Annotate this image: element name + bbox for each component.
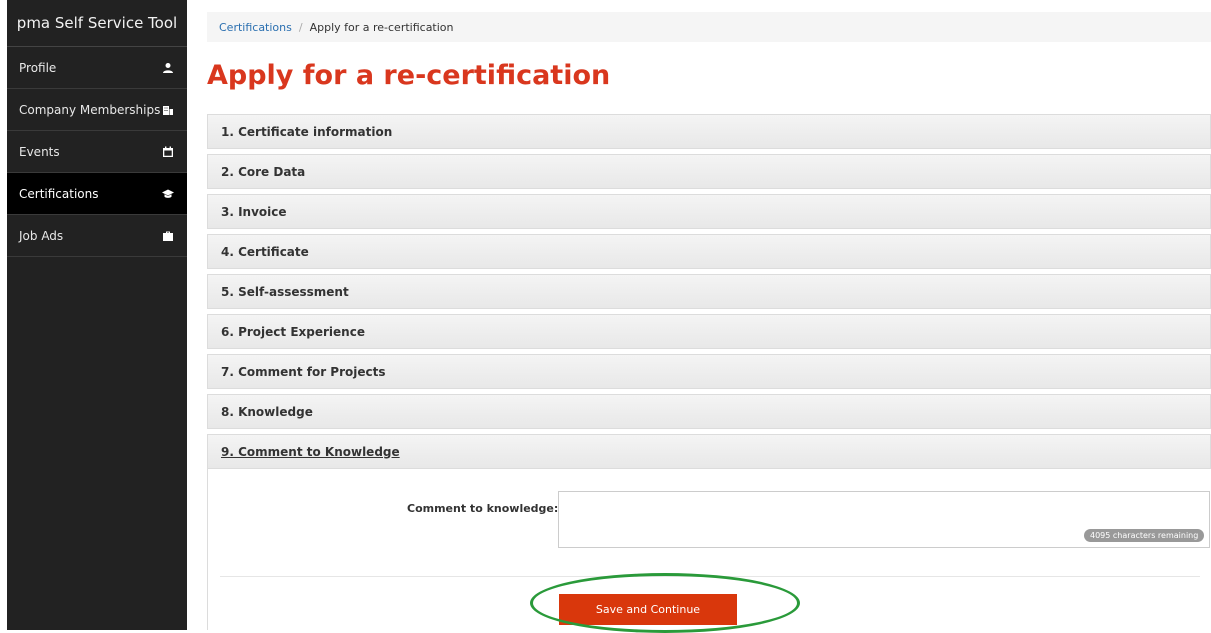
comment-label: Comment to knowledge: <box>407 502 559 515</box>
accordion-header-comment-for-projects[interactable]: 7. Comment for Projects <box>207 354 1211 389</box>
breadcrumb-separator: / <box>298 20 303 34</box>
sidebar-item-certifications[interactable]: Certifications <box>7 173 187 215</box>
characters-remaining-badge: 4095 characters remaining <box>1084 529 1205 542</box>
app-title: pma Self Service Tool <box>7 0 187 47</box>
sidebar-item-label: Profile <box>19 60 57 75</box>
accordion-header-self-assessment[interactable]: 5. Self-assessment <box>207 274 1211 309</box>
accordion-header-certificate-information[interactable]: 1. Certificate information <box>207 114 1211 149</box>
sidebar-item-events[interactable]: Events <box>7 131 187 173</box>
sidebar-item-label: Company Memberships <box>19 102 161 117</box>
sidebar-item-company-memberships[interactable]: Company Memberships <box>7 89 187 131</box>
building-icon <box>161 103 175 117</box>
breadcrumb-link-certifications[interactable]: Certifications <box>219 21 292 34</box>
accordion-header-invoice[interactable]: 3. Invoice <box>207 194 1211 229</box>
briefcase-icon <box>161 229 175 243</box>
accordion-header-core-data[interactable]: 2. Core Data <box>207 154 1211 189</box>
page-title: Apply for a re-certification <box>207 60 611 91</box>
breadcrumb: Certifications / Apply for a re-certific… <box>207 12 1211 42</box>
sidebar-item-label: Events <box>19 144 60 159</box>
breadcrumb-current: Apply for a re-certification <box>309 20 454 34</box>
accordion-panel-comment-to-knowledge: Comment to knowledge: 4095 characters re… <box>207 469 1211 633</box>
accordion-header-knowledge[interactable]: 8. Knowledge <box>207 394 1211 429</box>
calendar-icon <box>161 145 175 159</box>
sidebar: pma Self Service Tool Profile Company Me… <box>7 0 187 630</box>
person-icon <box>161 61 175 75</box>
divider <box>220 576 1200 577</box>
sidebar-item-job-ads[interactable]: Job Ads <box>7 215 187 257</box>
accordion-header-certificate[interactable]: 4. Certificate <box>207 234 1211 269</box>
accordion: 1. Certificate information 2. Core Data … <box>207 114 1211 469</box>
accordion-header-comment-to-knowledge[interactable]: 9. Comment to Knowledge <box>207 434 1211 469</box>
sidebar-item-label: Job Ads <box>19 228 64 243</box>
accordion-header-project-experience[interactable]: 6. Project Experience <box>207 314 1211 349</box>
save-and-continue-button[interactable]: Save and Continue <box>559 594 737 625</box>
sidebar-item-profile[interactable]: Profile <box>7 47 187 89</box>
graduation-cap-icon <box>161 187 175 201</box>
sidebar-item-label: Certifications <box>19 186 99 201</box>
